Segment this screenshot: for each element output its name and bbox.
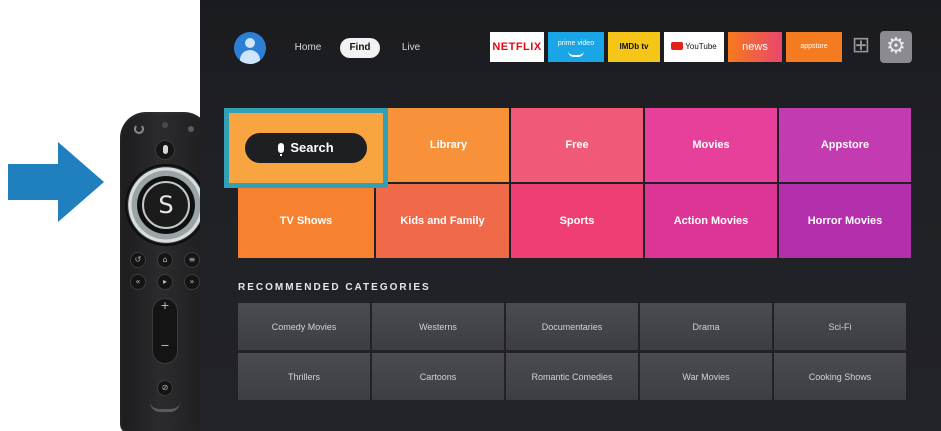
volume-down-icon[interactable]: − [153,339,177,353]
category-tiles: Search Library Free Movies Appstore TV S… [224,108,911,258]
rewind-icon[interactable]: « [130,274,146,290]
tile-action-movies[interactable]: Action Movies [645,184,777,258]
recommended-categories-heading: RECOMMENDED CATEGORIES [238,282,431,293]
select-button[interactable]: S [142,181,190,229]
tile-horror-movies[interactable]: Horror Movies [779,184,911,258]
youtube-play-icon [671,41,684,50]
app-prime-video[interactable]: prime video [548,32,604,62]
home-icon[interactable]: ⌂ [157,252,173,268]
volume-up-icon[interactable]: + [153,299,177,313]
top-navigation-bar: Home Find Live NETFLIX prime video IMDb … [200,22,941,70]
app-youtube-label: YouTube [685,42,717,51]
mute-icon[interactable]: ⊘ [157,380,173,396]
nav-find[interactable]: Find [340,38,380,58]
rec-thrillers[interactable]: Thrillers [238,353,370,400]
rec-cooking-shows[interactable]: Cooking Shows [774,353,906,400]
tile-appstore[interactable]: Appstore [779,108,911,182]
remote-control: S ↺ ⌂ ≡ « ▸ » + − ⊘ [120,112,210,431]
back-icon[interactable]: ↺ [130,252,146,268]
app-youtube[interactable]: YouTube [664,32,724,62]
amazon-smile-logo [150,402,180,412]
tv-screen: Home Find Live NETFLIX prime video IMDb … [200,0,941,431]
tile-movies[interactable]: Movies [645,108,777,182]
profile-avatar-icon[interactable] [234,32,266,64]
search-tile-focused[interactable]: Search [224,108,388,188]
nav-live[interactable]: Live [396,38,426,58]
tile-sports[interactable]: Sports [511,184,643,258]
all-apps-grid-icon[interactable]: ⊞ [848,34,874,60]
microphone-icon [278,143,285,156]
tile-library[interactable]: Library [388,108,509,182]
rec-documentaries[interactable]: Documentaries [506,303,638,350]
app-netflix[interactable]: NETFLIX [490,32,544,62]
volume-rocker[interactable]: + − [152,298,178,364]
microphone-icon[interactable] [155,140,175,160]
tile-kids-and-family[interactable]: Kids and Family [376,184,509,258]
rec-comedy-movies[interactable]: Comedy Movies [238,303,370,350]
search-label: Search [290,140,334,155]
app-news[interactable]: news [728,32,782,62]
tile-free[interactable]: Free [511,108,643,182]
rec-romantic-comedies[interactable]: Romantic Comedies [506,353,638,400]
tile-tv-shows[interactable]: TV Shows [238,184,374,258]
arrow-right-icon [8,142,104,222]
fast-forward-icon[interactable]: » [184,274,200,290]
rec-cartoons[interactable]: Cartoons [372,353,504,400]
app-appstore[interactable]: appstore [786,32,842,62]
menu-icon[interactable]: ≡ [184,252,200,268]
rec-westerns[interactable]: Westerns [372,303,504,350]
settings-gear-icon[interactable]: ⚙ [880,31,912,63]
play-pause-icon[interactable]: ▸ [157,274,173,290]
app-imdb-tv[interactable]: IMDb tv [608,32,660,62]
rec-sci-fi[interactable]: Sci-Fi [774,303,906,350]
power-icon[interactable] [134,124,144,134]
rec-drama[interactable]: Drama [640,303,772,350]
recommended-categories-grid: Comedy Movies Westerns Documentaries Dra… [238,303,908,401]
search-button[interactable]: Search [245,133,367,163]
nav-home[interactable]: Home [290,38,326,58]
indicator-dot [188,126,194,132]
rec-war-movies[interactable]: War Movies [640,353,772,400]
indicator-led [162,122,168,128]
